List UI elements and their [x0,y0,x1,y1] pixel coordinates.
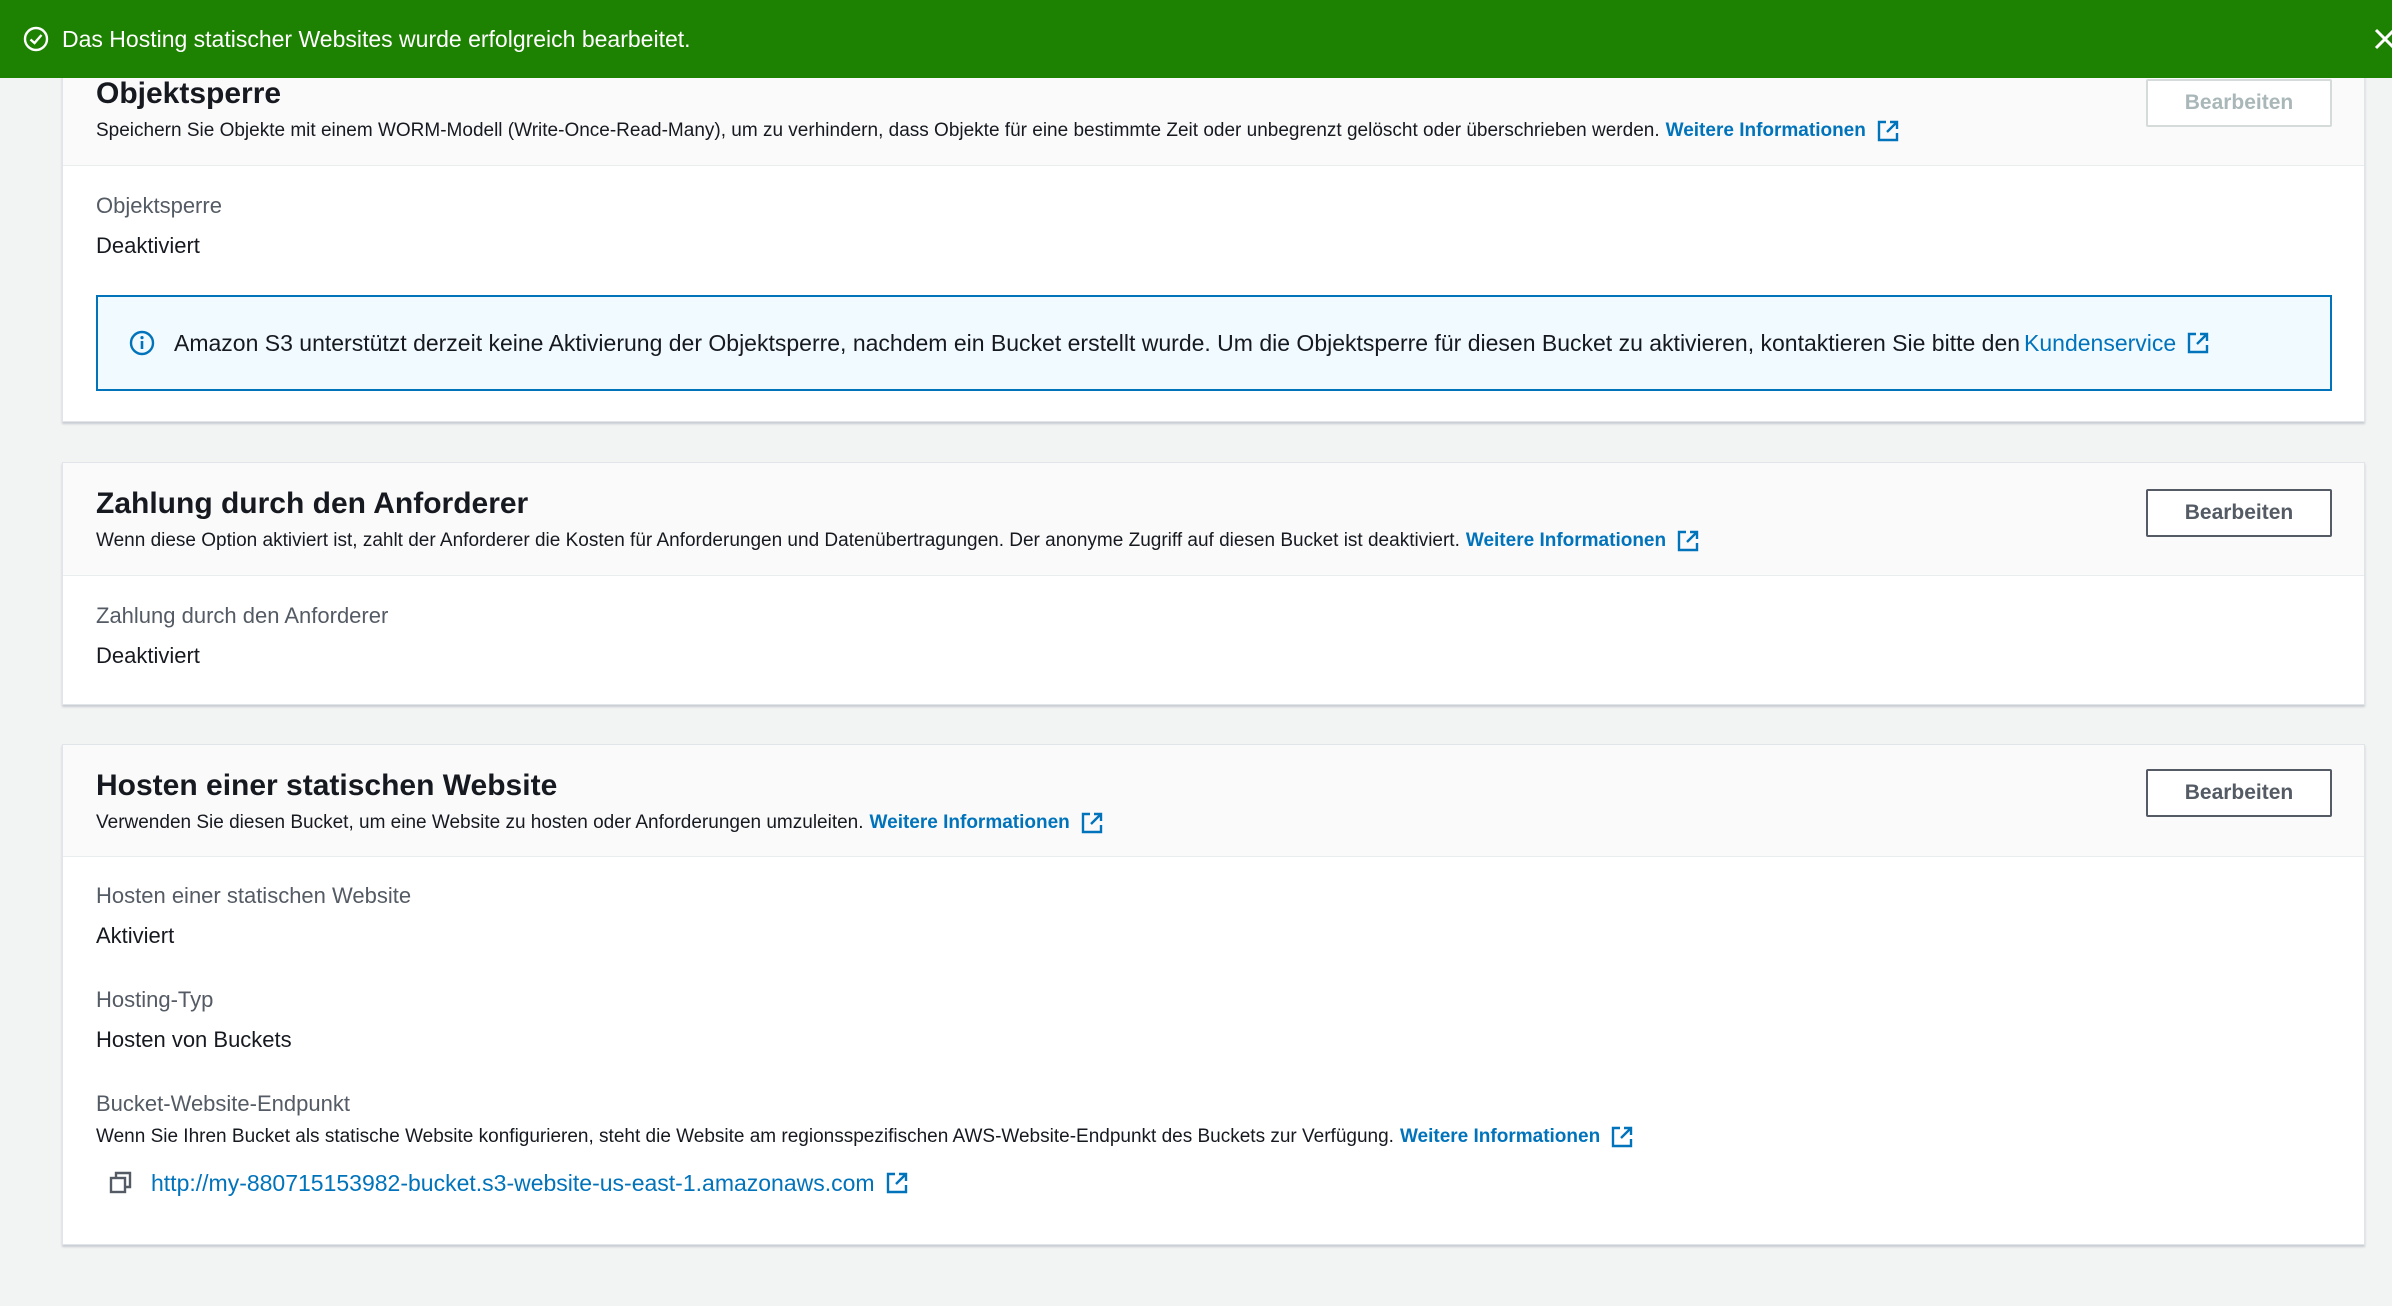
object-lock-edit-button[interactable]: Bearbeiten [2146,79,2332,127]
requester-pays-header: Zahlung durch den Anforderer Wenn diese … [63,463,2364,576]
requester-pays-field-value: Deaktiviert [96,643,200,668]
external-link-icon[interactable] [1676,529,1700,553]
hosting-type-label: Hosting-Typ [96,987,214,1012]
info-icon [128,329,156,357]
requester-pays-panel: Zahlung durch den Anforderer Wenn diese … [62,462,2365,705]
static-website-header: Hosten einer statischen Website Verwende… [63,745,2364,857]
static-website-description-text: Verwenden Sie diesen Bucket, um eine Web… [96,812,864,833]
check-circle-icon [22,25,50,53]
requester-pays-field-label: Zahlung durch den Anforderer [96,603,389,628]
object-lock-panel: Objektsperre Speichern Sie Objekte mit e… [62,40,2365,422]
endpoint-label: Bucket-Website-Endpunkt [96,1091,350,1116]
requester-pays-description: Wenn diese Option aktiviert ist, zahlt d… [96,529,1700,553]
external-link-icon[interactable] [1610,1125,1634,1149]
close-icon[interactable] [2368,22,2392,56]
static-website-title: Hosten einer statischen Website [96,769,558,802]
object-lock-info-alert: Amazon S3 unterstützt derzeit keine Akti… [96,295,2332,391]
success-flash-banner: Das Hosting statischer Websites wurde er… [0,0,2392,78]
external-link-icon[interactable] [2186,331,2210,355]
static-hosting-value: Aktiviert [96,923,175,948]
requester-pays-title: Zahlung durch den Anforderer [96,487,529,520]
object-lock-field-label: Objektsperre [96,193,222,218]
copy-icon[interactable] [107,1169,135,1197]
endpoint-url-link[interactable]: http://my-880715153982-bucket.s3-website… [151,1170,875,1197]
object-lock-learn-more-link[interactable]: Weitere Informationen [1666,120,1866,142]
hosting-type-value: Hosten von Buckets [96,1027,292,1052]
requester-pays-edit-button[interactable]: Bearbeiten [2146,489,2332,537]
external-link-icon[interactable] [1080,811,1104,835]
object-lock-description: Speichern Sie Objekte mit einem WORM-Mod… [96,119,1900,143]
static-website-description: Verwenden Sie diesen Bucket, um eine Web… [96,811,1104,835]
object-lock-description-text: Speichern Sie Objekte mit einem WORM-Mod… [96,120,1660,141]
static-website-edit-button[interactable]: Bearbeiten [2146,769,2332,817]
info-alert-text: Amazon S3 unterstützt derzeit keine Akti… [174,329,2021,356]
object-lock-title: Objektsperre [96,77,282,110]
object-lock-field-value: Deaktiviert [96,233,200,258]
endpoint-learn-more-link[interactable]: Weitere Informationen [1400,1126,1600,1148]
external-link-icon[interactable] [1876,119,1900,143]
static-website-learn-more-link[interactable]: Weitere Informationen [870,812,1070,834]
customer-service-link[interactable]: Kundenservice [2024,330,2176,357]
requester-pays-learn-more-link[interactable]: Weitere Informationen [1466,530,1666,552]
static-website-panel: Hosten einer statischen Website Verwende… [62,744,2365,1245]
static-hosting-label: Hosten einer statischen Website [96,883,412,908]
external-link-icon[interactable] [885,1171,909,1195]
endpoint-row: http://my-880715153982-bucket.s3-website… [107,1169,909,1197]
requester-pays-description-text: Wenn diese Option aktiviert ist, zahlt d… [96,530,1460,551]
endpoint-description: Wenn Sie Ihren Bucket als statische Webs… [96,1125,1634,1149]
endpoint-description-text: Wenn Sie Ihren Bucket als statische Webs… [96,1126,1394,1147]
flash-message: Das Hosting statischer Websites wurde er… [62,25,691,52]
